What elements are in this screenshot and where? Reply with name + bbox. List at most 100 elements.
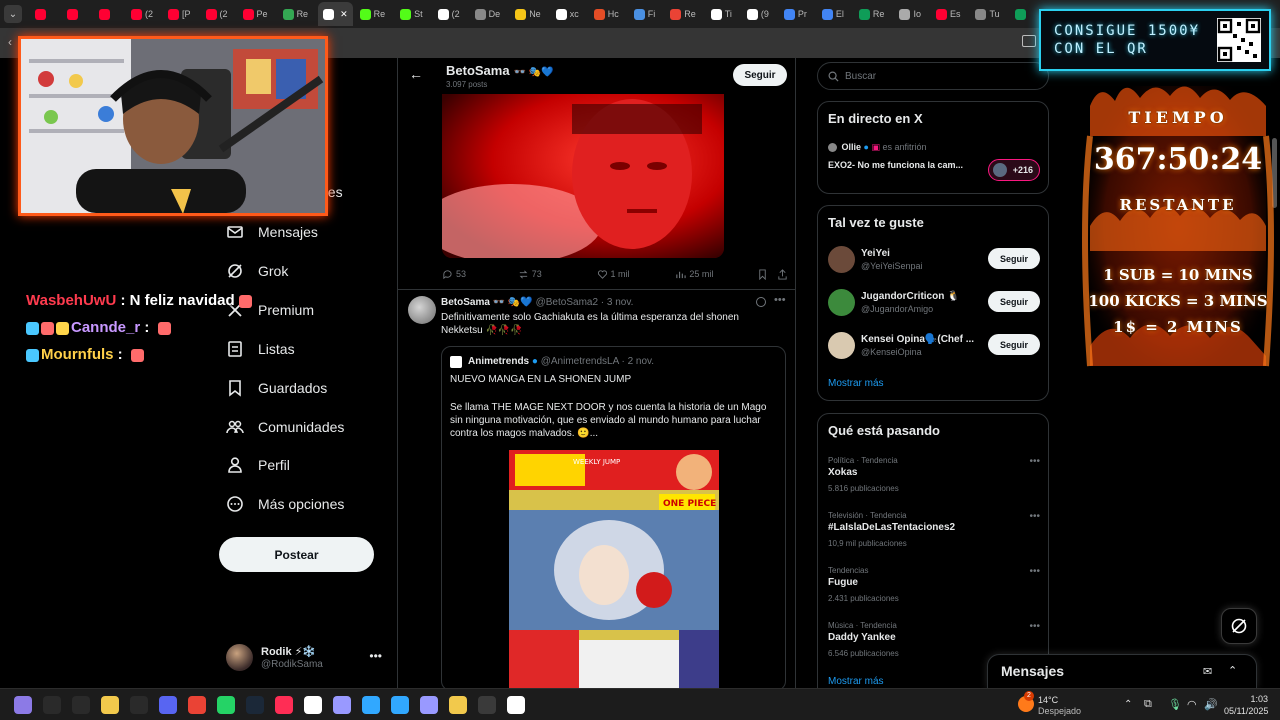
browser-tab[interactable]: (2 [201, 2, 236, 26]
browser-tab[interactable]: Pr [779, 2, 815, 26]
like-button[interactable]: 1 mil [597, 269, 676, 280]
browser-tab[interactable]: Pe [238, 2, 276, 26]
more-icon[interactable]: ••• [1029, 456, 1040, 467]
suggested-user[interactable]: JugandorCriticon 🐧 @JugandorAmigo Seguir [828, 289, 1040, 319]
browser-tab[interactable]: Io [894, 2, 929, 26]
messages-drawer[interactable]: Mensajes ✉ ⌃ [987, 654, 1257, 688]
sidebar-item-mensajes[interactable]: Mensajes [226, 217, 318, 247]
game-icon[interactable] [507, 696, 525, 714]
bookmark-button[interactable] [757, 268, 777, 280]
mail-icon[interactable] [130, 696, 148, 714]
browser-tab[interactable] [1010, 2, 1040, 26]
sidebar-item-perfil[interactable]: Perfil [226, 450, 290, 480]
browser-tab[interactable]: xc [551, 2, 587, 26]
close-icon[interactable]: ✕ [340, 9, 348, 20]
manga-cover-image[interactable]: WEEKLY JUMP ONE PIECE [509, 450, 719, 688]
reply-button[interactable]: 53 [442, 269, 518, 280]
more-icon[interactable]: ••• [369, 649, 382, 663]
browser-tab[interactable]: Hc [589, 2, 627, 26]
more-icon[interactable]: ••• [1029, 511, 1040, 522]
tiktok-icon[interactable] [275, 696, 293, 714]
post-button[interactable]: Postear [219, 537, 374, 572]
browser-tab[interactable]: St [395, 2, 431, 26]
browser-tab[interactable] [62, 2, 92, 26]
follow-button[interactable]: Seguir [733, 64, 787, 86]
account-switcher[interactable]: Rodik ⚡❄️ @RodikSama ••• [226, 643, 386, 673]
browser-tab[interactable]: (2 [433, 2, 468, 26]
views-button[interactable]: 25 mil [675, 269, 757, 280]
suggested-user[interactable]: YeiYei @YeiYeiSenpai Seguir [828, 246, 1040, 276]
task-view-icon[interactable] [72, 696, 90, 714]
sidebar-item-comunidades[interactable]: Comunidades [226, 412, 344, 442]
suggested-user[interactable]: Kensei Opina🗣️(Chef ... @KenseiOpina Segui… [828, 332, 1040, 362]
grok-icon[interactable] [756, 297, 766, 307]
search-input[interactable]: Buscar [817, 62, 1049, 90]
trend-item[interactable]: Televisión · Tendencia #LaIslaDeLasTentac… [828, 511, 1040, 553]
browser-tab[interactable]: Re [854, 2, 893, 26]
premiere-icon[interactable] [420, 696, 438, 714]
more-icon[interactable]: ••• [774, 294, 786, 306]
share-button[interactable] [777, 268, 788, 280]
browser-tab[interactable]: Re [278, 2, 317, 26]
expand-icon[interactable]: ⌃ [1228, 664, 1237, 677]
cast-icon[interactable] [1022, 35, 1036, 47]
browser-tab[interactable]: Ti [706, 2, 740, 26]
follow-button[interactable]: Seguir [988, 248, 1040, 269]
follow-button[interactable]: Seguir [988, 291, 1040, 312]
wifi-icon[interactable]: ◠ [1187, 698, 1197, 711]
clock-time[interactable]: 1:03 [1240, 694, 1268, 704]
show-more-link[interactable]: Mostrar más [828, 378, 884, 389]
terminal-icon[interactable] [478, 696, 496, 714]
browser-tab[interactable] [30, 2, 60, 26]
avatar[interactable] [408, 296, 436, 324]
browser-tab[interactable]: Fi [629, 2, 664, 26]
browser-tab[interactable] [94, 2, 124, 26]
volume-icon[interactable]: 🔊 [1204, 698, 1218, 711]
browser-tab[interactable]: De [470, 2, 509, 26]
weather-text[interactable]: Despejado [1038, 706, 1081, 716]
chrome-icon[interactable] [188, 696, 206, 714]
browser-tab[interactable]: Ne [510, 2, 549, 26]
network-icon[interactable]: ⧉ [1144, 698, 1152, 711]
back-arrow-icon[interactable]: ‹ [8, 35, 12, 49]
trend-item[interactable]: Tendencias Fugue 2.431 publicaciones ••• [828, 566, 1040, 608]
search-icon[interactable] [43, 696, 61, 714]
grok-button[interactable] [1221, 608, 1257, 644]
trend-item[interactable]: Política · Tendencia Xokas 5.816 publicaci… [828, 456, 1040, 498]
back-arrow-icon[interactable]: ← [409, 66, 423, 82]
character-icon[interactable] [14, 696, 32, 714]
weather-temp[interactable]: 14°C [1038, 695, 1058, 705]
browser-tab[interactable]: El [817, 2, 852, 26]
app-icon[interactable] [304, 696, 322, 714]
browser-tab[interactable]: (9 [742, 2, 777, 26]
photoshop-icon[interactable] [391, 696, 409, 714]
more-icon[interactable]: ••• [1029, 566, 1040, 577]
follow-button[interactable]: Seguir [988, 334, 1040, 355]
tab-search-button[interactable]: ⌄ [4, 5, 22, 23]
browser-tab[interactable]: (2 [126, 2, 161, 26]
discord-icon[interactable] [159, 696, 177, 714]
browser-tab[interactable]: [P [163, 2, 199, 26]
browser-tab[interactable]: Re [355, 2, 394, 26]
more-icon[interactable]: ••• [1029, 621, 1040, 632]
sidebar-item-grok[interactable]: Grok [226, 256, 288, 286]
browser-tab[interactable]: ✕ [318, 2, 353, 26]
listener-count[interactable]: +216 [988, 159, 1040, 181]
clock-date[interactable]: 05/11/2025 [1224, 706, 1268, 716]
sidebar-item-guardados[interactable]: Guardados [226, 373, 327, 403]
audition-icon[interactable] [333, 696, 351, 714]
tweet-author-name[interactable]: BetoSama [441, 297, 490, 308]
space-title[interactable]: EXO2- No me funciona la cam... [828, 159, 978, 172]
browser-tab[interactable]: Re [665, 2, 704, 26]
show-more-link[interactable]: Mostrar más [828, 676, 884, 687]
browser-tab[interactable]: Es [931, 2, 969, 26]
tray-chevron-icon[interactable]: ⌃ [1124, 699, 1132, 710]
file-explorer-icon[interactable] [101, 696, 119, 714]
quoted-tweet[interactable]: Animetrends ● @AnimetrendsLA · 2 nov. NU… [441, 346, 786, 688]
steam-icon[interactable] [246, 696, 264, 714]
repost-button[interactable]: 73 [518, 269, 597, 280]
whatsapp-icon[interactable] [217, 696, 235, 714]
microphone-icon[interactable]: 🎙 [1168, 698, 1182, 711]
sidebar-item-m-s-opciones[interactable]: Más opciones [226, 489, 344, 519]
chrome-dev-icon[interactable] [449, 696, 467, 714]
